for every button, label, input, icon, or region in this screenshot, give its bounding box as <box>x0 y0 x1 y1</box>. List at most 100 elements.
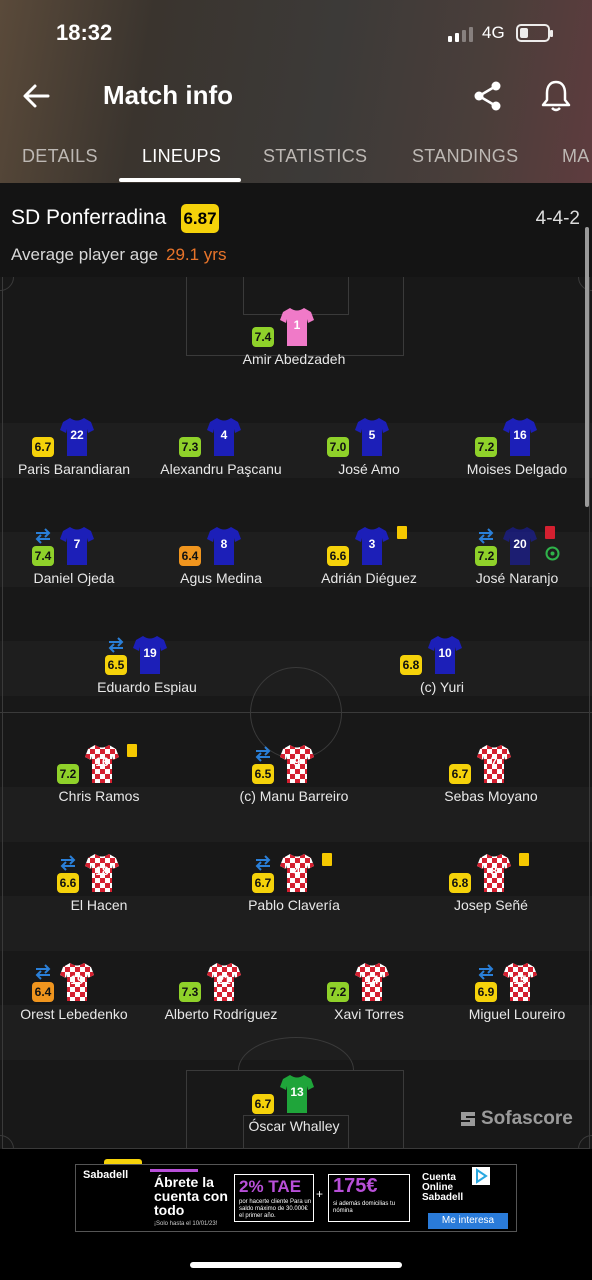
player-name: Pablo Clavería <box>248 897 340 913</box>
shirt-number: 13 <box>290 1085 304 1099</box>
player-rating: 7.3 <box>179 982 201 1002</box>
player-rating: 6.7 <box>252 873 274 893</box>
active-tab-indicator <box>119 178 241 182</box>
tab-matches[interactable]: MA <box>562 146 590 167</box>
shirt-number: 7 <box>73 537 81 551</box>
shirt-number: 8 <box>220 537 228 551</box>
average-age-label: Average player age <box>11 245 159 264</box>
shirt-number: 19 <box>143 646 157 660</box>
substitution-icon <box>255 746 271 762</box>
page-title: Match info <box>103 80 233 110</box>
substitution-icon <box>478 964 494 980</box>
tab-lineups[interactable]: LINEUPS <box>142 146 221 167</box>
player-name: Agus Medina <box>180 570 262 586</box>
shirt-number: 3 <box>368 537 376 551</box>
tab-bar: DETAILS LINEUPS STATISTICS STANDINGS MA <box>0 140 592 183</box>
ad-brand-logo: Sabadell <box>83 1169 129 1181</box>
red-card-icon <box>545 526 555 539</box>
shirt-number: 7 <box>490 755 498 769</box>
player-rating: 6.6 <box>57 873 79 893</box>
player-rating: 6.5 <box>105 655 127 675</box>
player-name: Josep Señé <box>454 897 528 913</box>
player-name: Orest Lebedenko <box>20 1006 128 1022</box>
player-rating: 6.5 <box>252 764 274 784</box>
player-rating: 6.7 <box>32 437 54 457</box>
player-name: Amir Abedzadeh <box>242 351 346 367</box>
signal-icon <box>448 26 476 42</box>
player-rating: 7.3 <box>179 437 201 457</box>
player-name: Alberto Rodríguez <box>164 1006 278 1022</box>
shirt-number: 15 <box>513 973 527 987</box>
ad-choices-icon[interactable] <box>472 1167 490 1185</box>
player-rating: 6.4 <box>179 546 201 566</box>
network-type: 4G <box>482 23 505 42</box>
ad-footnote: ¡Solo hasta el 10/01/23! <box>154 1221 218 1227</box>
player-name: (c) Manu Barreiro <box>239 788 349 804</box>
shirt-number: 8 <box>490 864 498 878</box>
home-indicator[interactable] <box>190 1262 402 1268</box>
scrollbar[interactable] <box>585 227 589 507</box>
team-header: SD Ponferradina 6.87 4-4-2 Average playe… <box>0 183 592 277</box>
shirt-number: 9 <box>293 755 301 769</box>
shirt-number: 20 <box>513 537 527 551</box>
player-rating: 6.8 <box>449 873 471 893</box>
formation: 4-4-2 <box>535 208 580 229</box>
shirt-number: 19 <box>70 973 84 987</box>
ad-accent-bar <box>150 1169 198 1172</box>
ad-offer-bonus: 175€ si además domicilias tu nómina <box>328 1174 410 1222</box>
player-name: Paris Barandiaran <box>17 461 131 477</box>
player-rating: 7.2 <box>475 437 497 457</box>
player-name: El Hacen <box>70 897 128 913</box>
player-name: Chris Ramos <box>58 788 140 804</box>
player-rating: 6.4 <box>32 982 54 1002</box>
shirt-number: 4 <box>293 864 301 878</box>
tab-standings[interactable]: STANDINGS <box>412 146 518 167</box>
tab-details[interactable]: DETAILS <box>22 146 98 167</box>
player-rating: 7.2 <box>475 546 497 566</box>
player-name: Miguel Loureiro <box>468 1006 566 1022</box>
shirt-number: 16 <box>513 428 527 442</box>
shirt-number: 16 <box>95 755 109 769</box>
back-arrow-icon[interactable] <box>20 80 54 112</box>
player-name: (c) Yuri <box>419 679 465 695</box>
ad-banner[interactable]: Sabadell Ábrete la cuenta con todo ¡Solo… <box>75 1164 517 1232</box>
status-time: 18:32 <box>56 20 113 45</box>
substitution-icon <box>255 855 271 871</box>
player-name: Adrián Diéguez <box>321 570 417 586</box>
player-name: Moises Delgado <box>466 461 568 477</box>
player-rating: 7.2 <box>57 764 79 784</box>
shirt-number: 5 <box>368 428 376 442</box>
bell-icon[interactable] <box>539 78 573 112</box>
player-name: José Naranjo <box>475 570 559 586</box>
shirt-number: 21 <box>217 973 231 987</box>
player-name: Sebas Moyano <box>444 788 538 804</box>
player-rating: 7.2 <box>327 982 349 1002</box>
substitution-icon <box>478 528 494 544</box>
yellow-card-icon <box>519 853 529 866</box>
player-name: Óscar Whalley <box>248 1118 340 1134</box>
tab-statistics[interactable]: STATISTICS <box>263 146 367 167</box>
player-rating: 6.7 <box>449 764 471 784</box>
status-bar: 18:32 4G <box>0 14 592 54</box>
player-rating: 6.7 <box>252 1094 274 1114</box>
player-rating: 7.4 <box>32 546 54 566</box>
sofascore-logo-icon <box>461 1112 475 1126</box>
ad-plus: + <box>316 1187 324 1201</box>
share-icon[interactable] <box>472 80 504 112</box>
substitution-icon <box>35 964 51 980</box>
team-name[interactable]: SD Ponferradina <box>11 206 166 230</box>
player-rating: 6.9 <box>475 982 497 1002</box>
ad-cta-button[interactable]: Me interesa <box>428 1213 508 1229</box>
player-rating: 6.6 <box>327 546 349 566</box>
header-bar: 18:32 4G Match info DETAILS LINEUPS STAT… <box>0 0 592 183</box>
player-rating: 7.4 <box>252 327 274 347</box>
yellow-card-icon <box>322 853 332 866</box>
battery-icon <box>516 24 553 42</box>
shirt-number: 1 <box>293 318 301 332</box>
shirt-number: 22 <box>70 428 84 442</box>
substitution-icon <box>108 637 124 653</box>
ad-headline: Ábrete la cuenta con todo <box>154 1174 228 1218</box>
player-name: Alexandru Paşcanu <box>160 461 282 477</box>
substitution-icon <box>60 855 76 871</box>
player-rating: 6.8 <box>400 655 422 675</box>
